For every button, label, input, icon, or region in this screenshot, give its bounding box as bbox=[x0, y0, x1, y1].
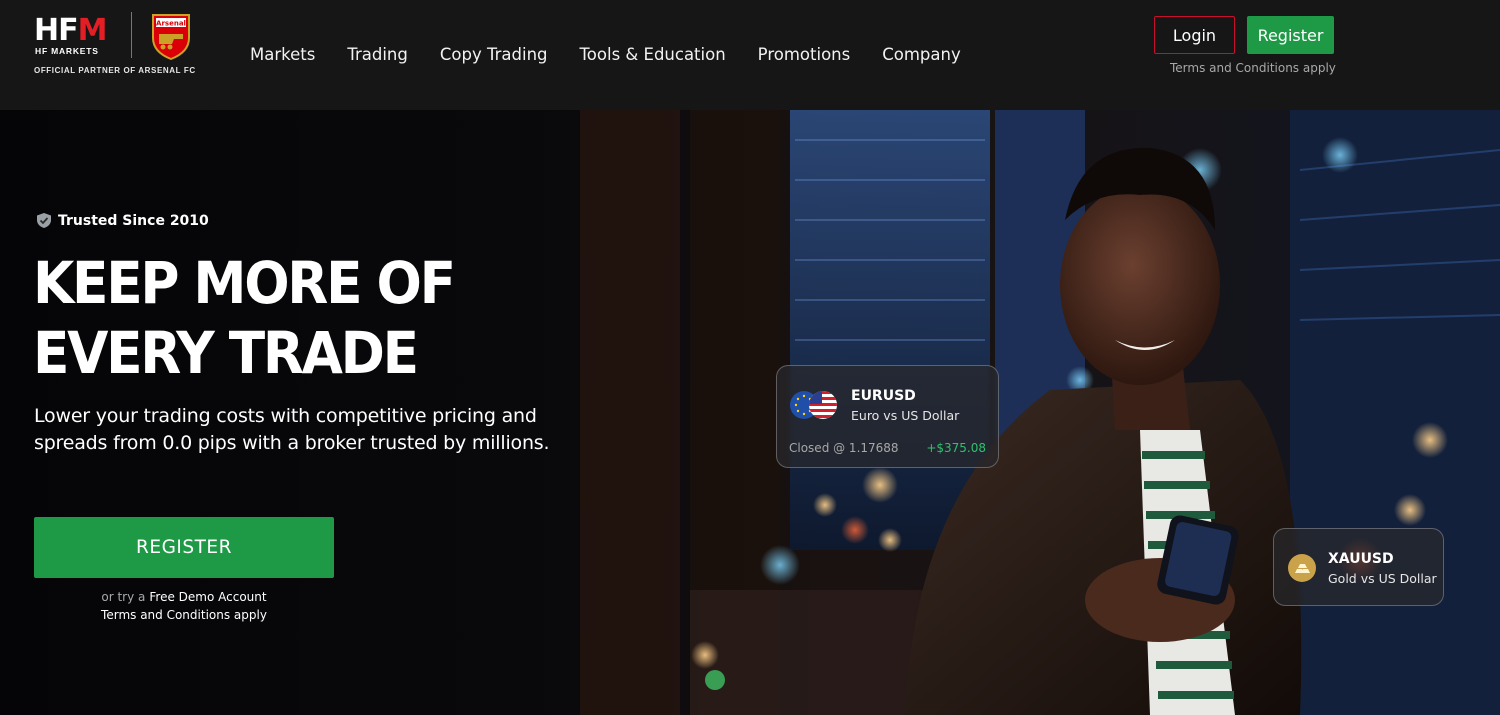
logo-subtitle: HF MARKETS bbox=[35, 46, 99, 56]
nav-company[interactable]: Company bbox=[882, 44, 961, 66]
hero-headline: KEEP MORE OF EVERY TRADE bbox=[33, 248, 511, 388]
nav-tools-education[interactable]: Tools & Education bbox=[580, 44, 726, 66]
logo-wordmark: HFM bbox=[34, 13, 107, 48]
demo-account-line: or try a Free Demo Account bbox=[34, 590, 334, 604]
eurusd-closed-price: Closed @ 1.17688 bbox=[789, 441, 899, 455]
xauusd-trade-card: XAUUSD Gold vs US Dollar bbox=[1273, 528, 1444, 606]
login-button[interactable]: Login bbox=[1154, 16, 1235, 54]
header-terms-text: Terms and Conditions apply bbox=[1170, 61, 1336, 75]
nav-trading[interactable]: Trading bbox=[347, 44, 408, 66]
subhead-line-2: spreads from 0.0 pips with a broker trus… bbox=[34, 432, 550, 454]
shield-check-icon bbox=[37, 213, 51, 228]
gold-bars-icon bbox=[1288, 554, 1316, 582]
xauusd-name: Gold vs US Dollar bbox=[1328, 571, 1437, 586]
logo-divider bbox=[131, 12, 132, 58]
site-header: HFM HF MARKETS Arsenal OFFICIAL PARTNER … bbox=[0, 0, 1500, 110]
subhead-line-1: Lower your trading costs with competitiv… bbox=[34, 405, 537, 427]
nav-markets[interactable]: Markets bbox=[250, 44, 315, 66]
hero-register-button[interactable]: REGISTER bbox=[34, 517, 334, 578]
main-nav: Markets Trading Copy Trading Tools & Edu… bbox=[250, 44, 993, 66]
hero-subheading: Lower your trading costs with competitiv… bbox=[34, 403, 574, 457]
nav-copy-trading[interactable]: Copy Trading bbox=[440, 44, 548, 66]
trusted-text: Trusted Since 2010 bbox=[58, 212, 209, 229]
xauusd-symbol: XAUUSD bbox=[1328, 551, 1394, 567]
hfm-logo[interactable]: HFM HF MARKETS Arsenal OFFICIAL PARTNER … bbox=[34, 12, 204, 80]
free-demo-account-link[interactable]: Free Demo Account bbox=[149, 590, 266, 604]
demo-prefix: or try a bbox=[101, 590, 146, 604]
header-register-button[interactable]: Register bbox=[1247, 16, 1334, 54]
eu-us-flags-icon bbox=[790, 391, 837, 419]
arsenal-crest-icon: Arsenal bbox=[152, 14, 190, 60]
headline-line-2: EVERY TRADE bbox=[33, 319, 419, 387]
eurusd-profit: +$375.08 bbox=[926, 441, 986, 455]
hero-terms-link[interactable]: Terms and Conditions apply bbox=[34, 608, 334, 622]
trusted-badge: Trusted Since 2010 bbox=[36, 212, 209, 229]
hero-section: Trusted Since 2010 KEEP MORE OF EVERY TR… bbox=[0, 110, 1500, 715]
partner-text: OFFICIAL PARTNER OF ARSENAL FC bbox=[34, 66, 196, 75]
headline-line-1: KEEP MORE OF bbox=[33, 249, 456, 317]
nav-promotions[interactable]: Promotions bbox=[758, 44, 851, 66]
eurusd-name: Euro vs US Dollar bbox=[851, 408, 960, 423]
eurusd-symbol: EURUSD bbox=[851, 388, 916, 404]
eurusd-trade-card: EURUSD Euro vs US Dollar Closed @ 1.1768… bbox=[776, 365, 999, 468]
svg-text:Arsenal: Arsenal bbox=[156, 20, 186, 28]
